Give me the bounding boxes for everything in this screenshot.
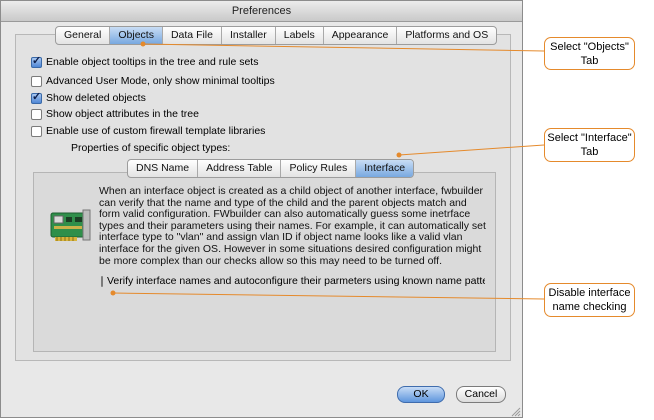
callout-select-interface: Select "Interface" Tab [544,128,635,162]
callout-disable-checking: Disable interface name checking [544,283,635,317]
callout-select-objects: Select "Objects" Tab [544,37,635,70]
